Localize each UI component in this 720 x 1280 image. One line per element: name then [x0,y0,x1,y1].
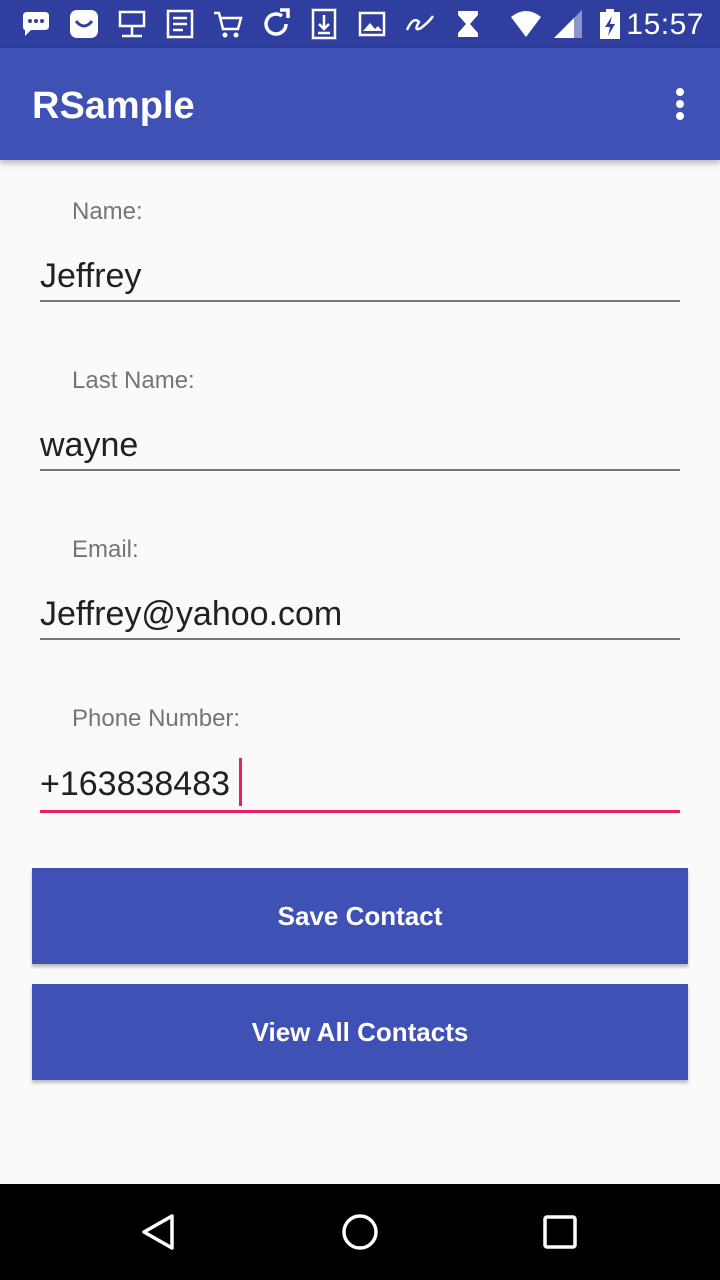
back-icon[interactable] [136,1208,184,1256]
image-icon [358,11,386,37]
signal-icon [554,10,582,38]
hourglass-icon [458,11,478,37]
phone-label: Phone Number: [72,705,241,732]
cart-icon [214,11,243,38]
status-time: 15:57 [626,8,704,41]
last-name-label: Last Name: [72,367,195,394]
email-input[interactable] [40,590,680,640]
status-bar: 15:57 [0,0,720,48]
recents-icon[interactable] [536,1208,584,1256]
name-label: Name: [72,198,143,225]
navigation-bar [0,1184,720,1280]
app-title: RSample [32,85,195,127]
sync-icon [264,8,290,36]
script-icon [405,15,435,31]
last-name-input[interactable] [40,421,680,471]
phone-input[interactable] [40,759,680,813]
chat-icon [23,12,49,36]
view-all-contacts-button[interactable]: View All Contacts [32,984,688,1080]
save-contact-button[interactable]: Save Contact [32,868,688,964]
battery-icon [600,9,620,39]
text-cursor [239,758,242,806]
download-icon [311,8,337,40]
more-vert-icon[interactable] [664,80,696,128]
email-label: Email: [72,536,139,563]
network-icon [118,10,146,38]
wifi-icon [511,11,541,37]
home-icon[interactable] [336,1208,384,1256]
list-icon [166,9,194,39]
name-input[interactable] [40,252,680,302]
app-bar: RSample [0,48,720,160]
smile-icon [70,10,98,38]
